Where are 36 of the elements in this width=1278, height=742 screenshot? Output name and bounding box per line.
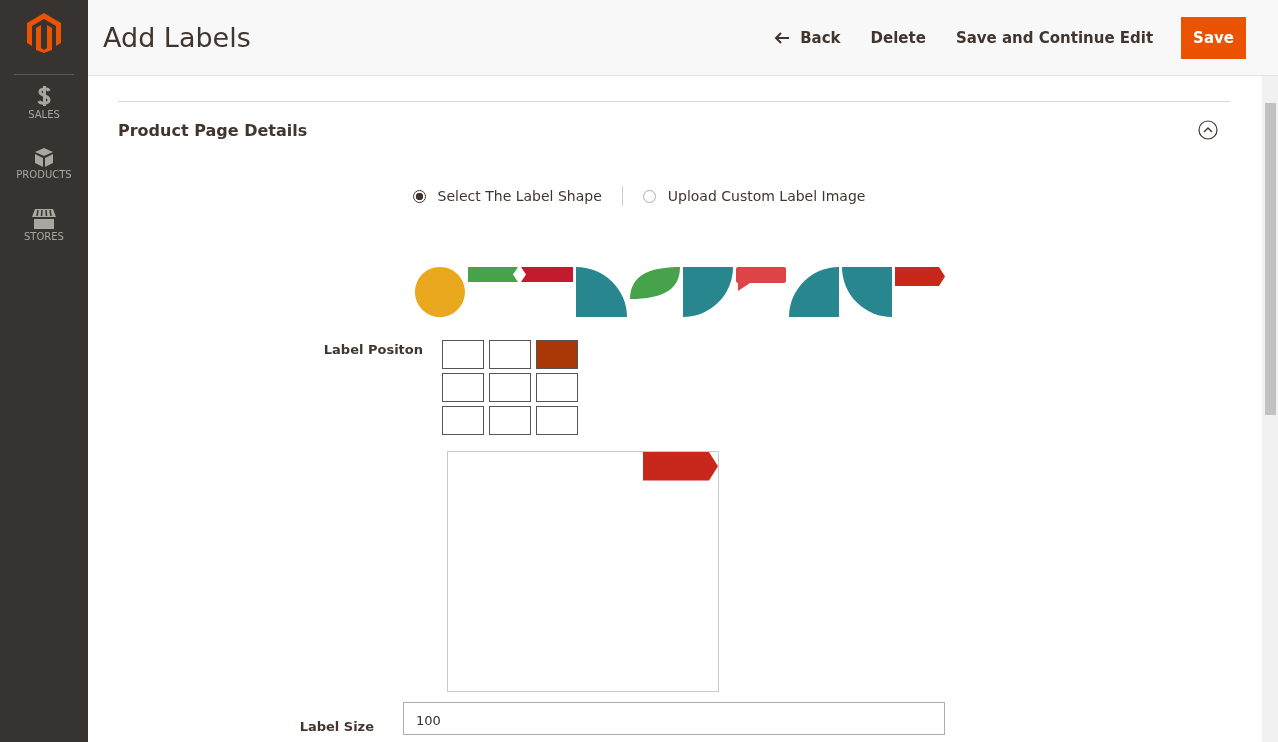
ribbon-shape[interactable]: [521, 267, 573, 282]
box-icon: [34, 147, 54, 167]
logo-icon[interactable]: [27, 13, 61, 53]
position-cell[interactable]: [489, 340, 531, 369]
speech-tag-shape[interactable]: [736, 267, 786, 291]
page-title: Add Labels: [103, 22, 251, 53]
save-button[interactable]: Save: [1181, 16, 1246, 59]
leaf-shape[interactable]: [630, 267, 680, 299]
ribbon-shape[interactable]: [468, 267, 518, 282]
radio-option[interactable]: Select The Label Shape: [412, 188, 602, 204]
position-cell[interactable]: [442, 406, 484, 435]
position-cell[interactable]: [489, 406, 531, 435]
sidebar-item[interactable]: PRODUCTS: [16, 147, 72, 209]
chevron-icon[interactable]: [1198, 120, 1218, 140]
position-cell[interactable]: [536, 406, 578, 435]
sidebar-item[interactable]: STORES: [24, 209, 64, 271]
sidebar-item[interactable]: SALES: [28, 85, 60, 147]
field-label: Label Positon: [322, 342, 424, 359]
left-arrow-icon: [774, 31, 791, 44]
position-cell[interactable]: [442, 340, 484, 369]
field-label: Label Size: [298, 719, 374, 734]
position-cell[interactable]: [489, 373, 531, 402]
label-size-field[interactable]: 100: [403, 702, 945, 735]
scrollbar[interactable]: [1262, 76, 1278, 742]
store-icon: [32, 209, 56, 229]
dollar-icon: [36, 85, 52, 107]
arrow-tag-shape[interactable]: [895, 267, 945, 286]
position-cell[interactable]: [536, 373, 578, 402]
section-title[interactable]: Product Page Details: [118, 120, 308, 140]
action-button[interactable]: Save and Continue Edit: [943, 18, 1166, 57]
action-button[interactable]: Delete: [858, 18, 938, 57]
back-button[interactable]: Back: [762, 18, 853, 57]
position-cell[interactable]: [536, 340, 578, 369]
scrollbar-thumb[interactable]: [1265, 103, 1276, 415]
position-cell[interactable]: [442, 373, 484, 402]
radio-option[interactable]: Upload Custom Label Image: [642, 188, 866, 204]
